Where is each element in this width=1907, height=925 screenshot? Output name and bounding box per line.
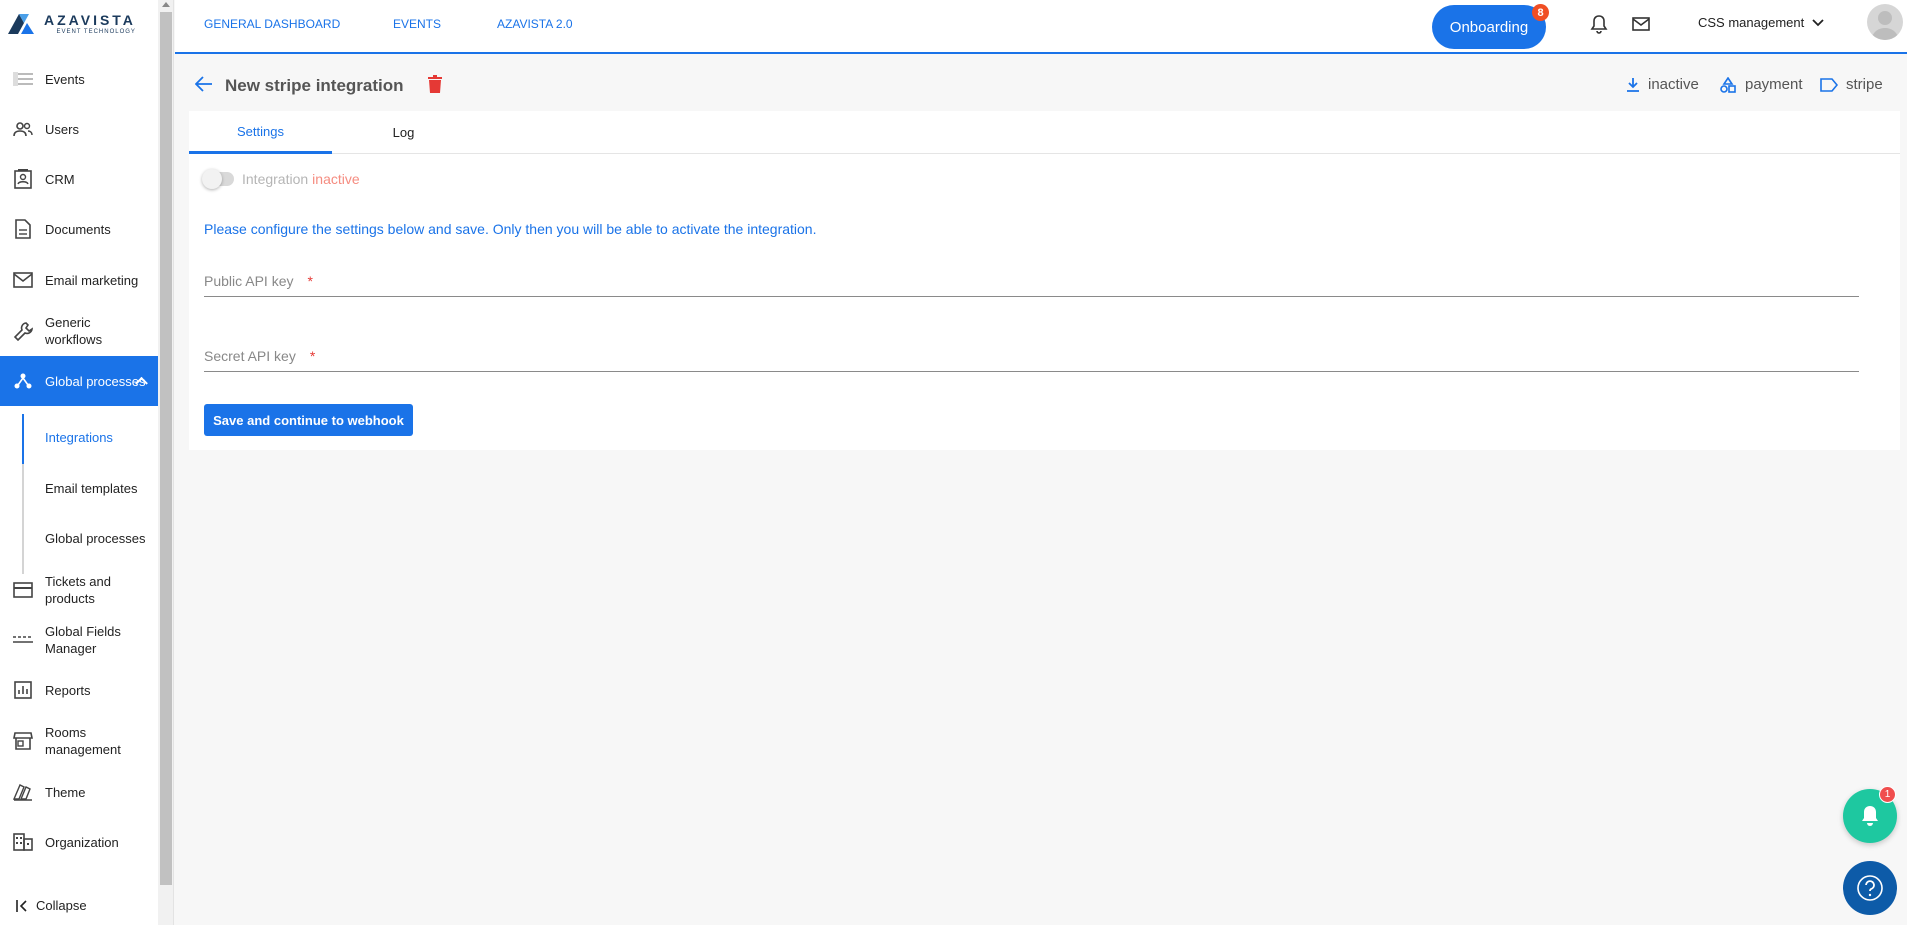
user-menu-label: CSS management xyxy=(1698,15,1805,30)
events-icon xyxy=(13,69,33,89)
user-menu[interactable]: CSS management xyxy=(1698,15,1824,30)
sidebar-item-generic-workflows[interactable]: Generic workflows xyxy=(0,313,158,349)
user-avatar-icon xyxy=(1871,11,1899,40)
toggle-state: inactive xyxy=(312,171,360,187)
tab-settings[interactable]: Settings xyxy=(189,111,332,154)
theme-icon xyxy=(13,782,33,802)
help-fab[interactable] xyxy=(1843,861,1897,915)
submenu-item-email-templates[interactable]: Email templates xyxy=(45,481,137,496)
sidebar-item-label: Email marketing xyxy=(45,272,139,288)
notifications-count-badge: 1 xyxy=(1879,786,1896,803)
building-icon xyxy=(13,832,33,852)
onboarding-button[interactable]: Onboarding xyxy=(1432,5,1546,49)
tag-status: inactive xyxy=(1626,76,1699,93)
public-api-key-input[interactable] xyxy=(204,263,1859,296)
tab-log[interactable]: Log xyxy=(332,111,475,154)
sidebar-item-reports[interactable]: Reports xyxy=(0,673,158,707)
tab-bar: Settings Log xyxy=(189,111,1900,154)
card-icon xyxy=(13,580,33,600)
sidebar-item-crm[interactable]: CRM xyxy=(0,162,158,196)
bell-icon[interactable] xyxy=(1589,14,1609,34)
sidebar-item-label: Global Fields Manager xyxy=(45,624,121,656)
label-icon xyxy=(1820,77,1838,92)
process-icon xyxy=(13,371,33,391)
settings-card: Settings Log Integration inactive Please… xyxy=(189,111,1900,450)
back-arrow-icon[interactable] xyxy=(195,76,213,92)
trash-icon[interactable] xyxy=(428,75,442,93)
toggle-label: Integration xyxy=(242,171,309,187)
tag-category-label: payment xyxy=(1745,76,1803,93)
sidebar-item-label: Events xyxy=(45,71,85,87)
configure-info-text: Please configure the settings below and … xyxy=(204,221,817,237)
top-navigation: GENERAL DASHBOARD EVENTS AZAVISTA 2.0 On… xyxy=(175,0,1907,54)
fields-icon xyxy=(13,630,33,650)
chart-icon xyxy=(13,680,33,700)
scroll-up-icon[interactable] xyxy=(162,2,170,7)
users-icon xyxy=(13,119,33,139)
sidebar-item-label: Generic workflows xyxy=(45,315,103,347)
sidebar-item-label: Tickets and products xyxy=(45,574,111,606)
onboarding-count-badge: 8 xyxy=(1532,4,1549,21)
page-header: New stripe integration inactive payment … xyxy=(175,56,1907,112)
sidebar-item-documents[interactable]: Documents xyxy=(0,212,158,246)
sidebar-item-label: Users xyxy=(45,121,79,137)
submenu-active-indicator xyxy=(22,414,24,464)
collapse-icon xyxy=(16,899,27,912)
tag-status-label: inactive xyxy=(1648,76,1699,93)
save-continue-webhook-button[interactable]: Save and continue to webhook xyxy=(204,404,413,436)
sidebar-item-label: Organization xyxy=(45,834,119,850)
sidebar: AZAVISTA EVENT TECHNOLOGY Events Users C… xyxy=(0,0,158,925)
shapes-icon xyxy=(1720,76,1736,93)
tag-category: payment xyxy=(1719,76,1803,93)
sidebar-item-label: Global processes xyxy=(45,373,146,389)
sidebar-item-label: Rooms management xyxy=(45,725,121,757)
brand-name: AZAVISTA xyxy=(44,12,136,28)
download-icon xyxy=(1627,77,1639,92)
tag-provider: stripe xyxy=(1820,76,1883,93)
collapse-button[interactable]: Collapse xyxy=(16,898,87,913)
sidebar-item-global-fields-manager[interactable]: Global Fields Manager xyxy=(0,622,158,658)
sidebar-item-label: CRM xyxy=(45,171,75,187)
sidebar-item-tickets[interactable]: Tickets and products xyxy=(0,572,158,608)
sidebar-item-rooms-management[interactable]: Rooms management xyxy=(0,723,158,759)
mail-icon xyxy=(13,270,33,290)
submenu-item-integrations[interactable]: Integrations xyxy=(45,430,113,445)
collapse-label: Collapse xyxy=(36,898,87,913)
brand-logo[interactable]: AZAVISTA EVENT TECHNOLOGY xyxy=(8,12,136,38)
sidebar-item-theme[interactable]: Theme xyxy=(0,775,158,809)
submenu-item-global-processes[interactable]: Global processes xyxy=(45,531,145,546)
mail-icon[interactable] xyxy=(1631,14,1651,34)
help-icon xyxy=(1857,875,1883,901)
sidebar-item-email-marketing[interactable]: Email marketing xyxy=(0,262,158,298)
sidebar-scrollbar[interactable] xyxy=(158,0,174,925)
brand-subtitle: EVENT TECHNOLOGY xyxy=(56,29,136,35)
public-api-key-field[interactable]: Public API key * xyxy=(204,263,1859,297)
chevron-down-icon xyxy=(1812,18,1824,26)
integration-toggle-row: Integration inactive xyxy=(202,169,360,189)
crm-icon xyxy=(13,169,33,189)
secret-api-key-field[interactable]: Secret API key * xyxy=(204,338,1859,372)
scrollbar-thumb[interactable] xyxy=(160,12,172,885)
tag-provider-label: stripe xyxy=(1846,76,1883,93)
bell-icon xyxy=(1862,806,1878,826)
nav-azavista-2[interactable]: AZAVISTA 2.0 xyxy=(497,17,573,31)
secret-api-key-input[interactable] xyxy=(204,338,1859,371)
document-icon xyxy=(13,219,33,239)
nav-general-dashboard[interactable]: GENERAL DASHBOARD xyxy=(204,17,340,31)
sidebar-item-label: Theme xyxy=(45,784,86,800)
page-title: New stripe integration xyxy=(225,76,404,95)
sidebar-item-label: Documents xyxy=(45,221,111,237)
nav-events[interactable]: EVENTS xyxy=(393,17,441,31)
wrench-icon xyxy=(13,321,33,341)
sidebar-item-events[interactable]: Events xyxy=(0,62,158,96)
avatar[interactable] xyxy=(1867,4,1903,40)
store-icon xyxy=(13,731,33,751)
sidebar-item-users[interactable]: Users xyxy=(0,112,158,146)
sidebar-item-label: Reports xyxy=(45,682,91,698)
integration-toggle[interactable] xyxy=(202,169,234,189)
sidebar-item-global-processes[interactable]: Global processes xyxy=(0,356,158,406)
azavista-logo-icon xyxy=(8,14,34,34)
sidebar-item-organization[interactable]: Organization xyxy=(0,825,158,859)
